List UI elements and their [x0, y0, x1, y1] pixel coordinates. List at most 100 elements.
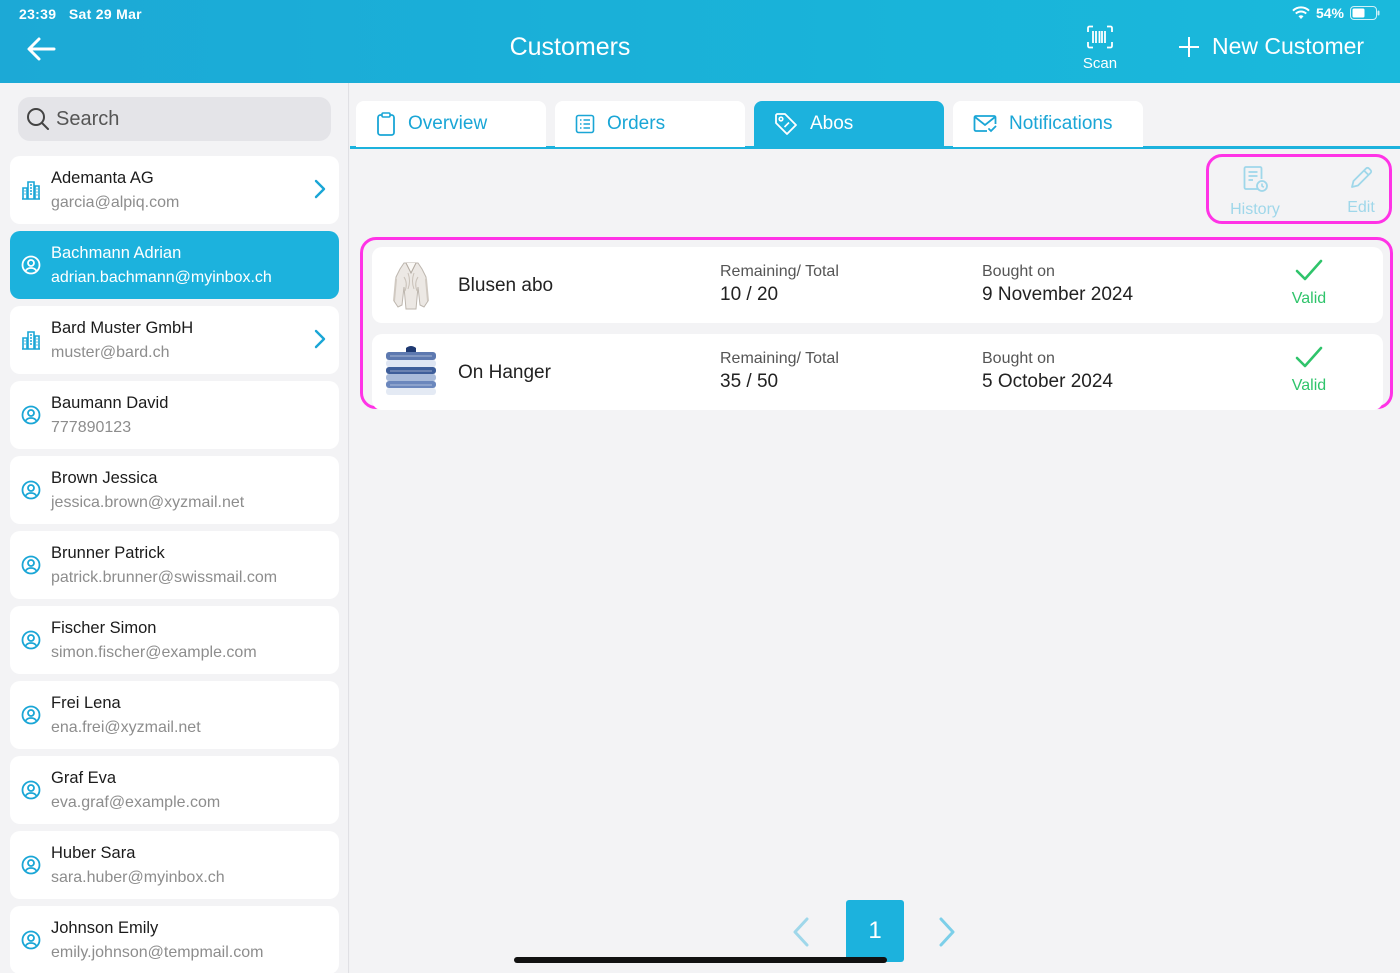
remaining-label: Remaining/ Total — [720, 350, 839, 367]
chevron-right-icon — [939, 917, 955, 947]
search-bar[interactable] — [18, 97, 331, 141]
bought-label: Bought on — [982, 263, 1055, 280]
customer-item-frei-lena[interactable]: Frei Lena ena.frei@xyzmail.net — [10, 681, 339, 749]
user-circle-icon — [21, 855, 41, 875]
mail-icon — [973, 115, 997, 133]
customer-item-brunner-patrick[interactable]: Brunner Patrick patrick.brunner@swissmai… — [10, 531, 339, 599]
user-circle-icon — [21, 930, 41, 950]
list-icon — [575, 114, 595, 134]
tag-icon — [775, 113, 797, 135]
abo-item-blusen-abo[interactable]: Blusen abo Remaining/ Total 10 / 20 Boug… — [372, 247, 1383, 323]
tab-label: Overview — [408, 113, 488, 134]
user-circle-icon — [21, 555, 41, 575]
previous-page-button[interactable] — [790, 916, 812, 953]
remaining-label: Remaining/ Total — [720, 263, 839, 280]
customer-item-huber-sara[interactable]: Huber Sara sara.huber@myinbox.ch — [10, 831, 339, 899]
status-indicators: 54% — [1292, 5, 1380, 21]
customer-item-graf-eva[interactable]: Graf Eva eva.graf@example.com — [10, 756, 339, 824]
customer-name: Bachmann Adrian — [51, 244, 182, 262]
chevron-left-icon — [793, 917, 809, 947]
customer-email: sara.huber@myinbox.ch — [51, 869, 225, 886]
customer-item-fischer-simon[interactable]: Fischer Simon simon.fischer@example.com — [10, 606, 339, 674]
tab-abos[interactable]: Abos — [754, 101, 944, 147]
customer-name: Fischer Simon — [51, 619, 157, 637]
abo-list: Blusen abo Remaining/ Total 10 / 20 Boug… — [360, 237, 1393, 410]
tab-notifications[interactable]: Notifications — [953, 101, 1143, 147]
page-number-button[interactable]: 1 — [846, 900, 904, 962]
building-icon — [22, 331, 40, 350]
back-button[interactable] — [22, 30, 60, 68]
customer-item-ademanta-ag[interactable]: Ademanta AG garcia@alpiq.com — [10, 156, 339, 224]
customer-list: Ademanta AG garcia@alpiq.com Bachmann Ad… — [10, 156, 339, 973]
customer-email: ena.frei@xyzmail.net — [51, 719, 201, 736]
new-customer-button[interactable]: New Customer — [1178, 33, 1364, 60]
scan-button[interactable]: Scan — [1068, 25, 1132, 72]
home-indicator — [514, 957, 887, 963]
tab-label: Orders — [607, 113, 666, 134]
battery-icon — [1350, 6, 1380, 20]
status-label: Valid — [1291, 377, 1327, 394]
customer-name: Brown Jessica — [51, 469, 158, 487]
search-icon — [27, 108, 49, 130]
tab-bar: Overview Orders Abos Notifications — [350, 101, 1400, 149]
abo-name: On Hanger — [458, 362, 551, 383]
remaining-value: 10 / 20 — [720, 284, 779, 305]
chevron-right-icon — [314, 329, 326, 349]
user-circle-icon — [21, 630, 41, 650]
history-button[interactable]: History — [1225, 165, 1285, 219]
customer-name: Huber Sara — [51, 844, 136, 862]
wifi-icon — [1292, 6, 1310, 19]
pencil-icon — [1351, 166, 1373, 188]
shirts-image — [386, 346, 436, 395]
customer-item-johnson-emily[interactable]: Johnson Emily emily.johnson@tempmail.com — [10, 906, 339, 973]
customer-item-baumann-david[interactable]: Baumann David 777890123 — [10, 381, 339, 449]
checkmark-icon — [1295, 259, 1323, 281]
customer-email: eva.graf@example.com — [51, 794, 221, 811]
new-customer-label: New Customer — [1212, 33, 1365, 59]
building-icon — [22, 181, 40, 200]
customer-email: simon.fischer@example.com — [51, 644, 257, 661]
abo-item-on-hanger[interactable]: On Hanger Remaining/ Total 35 / 50 Bough… — [372, 334, 1383, 410]
tab-label: Notifications — [1009, 113, 1113, 134]
page-title: Customers — [509, 33, 631, 61]
tab-label: Abos — [810, 113, 854, 134]
edit-label: Edit — [1347, 199, 1375, 216]
customer-name: Brunner Patrick — [51, 544, 165, 562]
blouse-image — [393, 262, 429, 310]
valid-status: Valid — [1274, 257, 1344, 308]
bought-date: 5 October 2024 — [982, 371, 1113, 392]
clipboard-icon — [377, 112, 395, 136]
battery-percent: 54% — [1315, 5, 1344, 21]
tab-orders[interactable]: Orders — [555, 101, 745, 147]
status-time: 23:39 Sat 29 Mar — [19, 6, 142, 22]
abo-actions: History Edit — [1206, 154, 1392, 224]
tab-overview[interactable]: Overview — [356, 101, 546, 147]
chevron-right-icon — [314, 179, 326, 199]
customer-name: Frei Lena — [51, 694, 121, 712]
customer-name: Ademanta AG — [51, 169, 154, 187]
customer-sidebar: Ademanta AG garcia@alpiq.com Bachmann Ad… — [0, 83, 349, 973]
user-circle-icon — [21, 705, 41, 725]
history-label: History — [1230, 201, 1280, 218]
customer-name: Graf Eva — [51, 769, 117, 787]
customer-item-bard-muster-gmbh[interactable]: Bard Muster GmbH muster@bard.ch — [10, 306, 339, 374]
user-circle-icon — [21, 405, 41, 425]
customer-name: Johnson Emily — [51, 919, 159, 937]
bought-label: Bought on — [982, 350, 1055, 367]
user-circle-icon — [21, 255, 41, 275]
customer-email: garcia@alpiq.com — [51, 194, 180, 211]
next-page-button[interactable] — [936, 916, 958, 953]
customer-email: emily.johnson@tempmail.com — [51, 944, 264, 961]
customer-item-brown-jessica[interactable]: Brown Jessica jessica.brown@xyzmail.net — [10, 456, 339, 524]
customer-email: patrick.brunner@swissmail.com — [51, 569, 278, 586]
search-input[interactable] — [56, 107, 316, 131]
customer-item-bachmann-adrian[interactable]: Bachmann Adrian adrian.bachmann@myinbox.… — [10, 231, 339, 299]
arrow-left-icon — [27, 37, 56, 61]
scan-label: Scan — [1082, 55, 1118, 72]
edit-button[interactable]: Edit — [1339, 165, 1383, 217]
customer-email: adrian.bachmann@myinbox.ch — [51, 269, 272, 286]
barcode-scan-icon — [1087, 25, 1113, 49]
checkmark-icon — [1295, 346, 1323, 368]
history-document-icon — [1243, 166, 1268, 192]
bought-date: 9 November 2024 — [982, 284, 1134, 305]
